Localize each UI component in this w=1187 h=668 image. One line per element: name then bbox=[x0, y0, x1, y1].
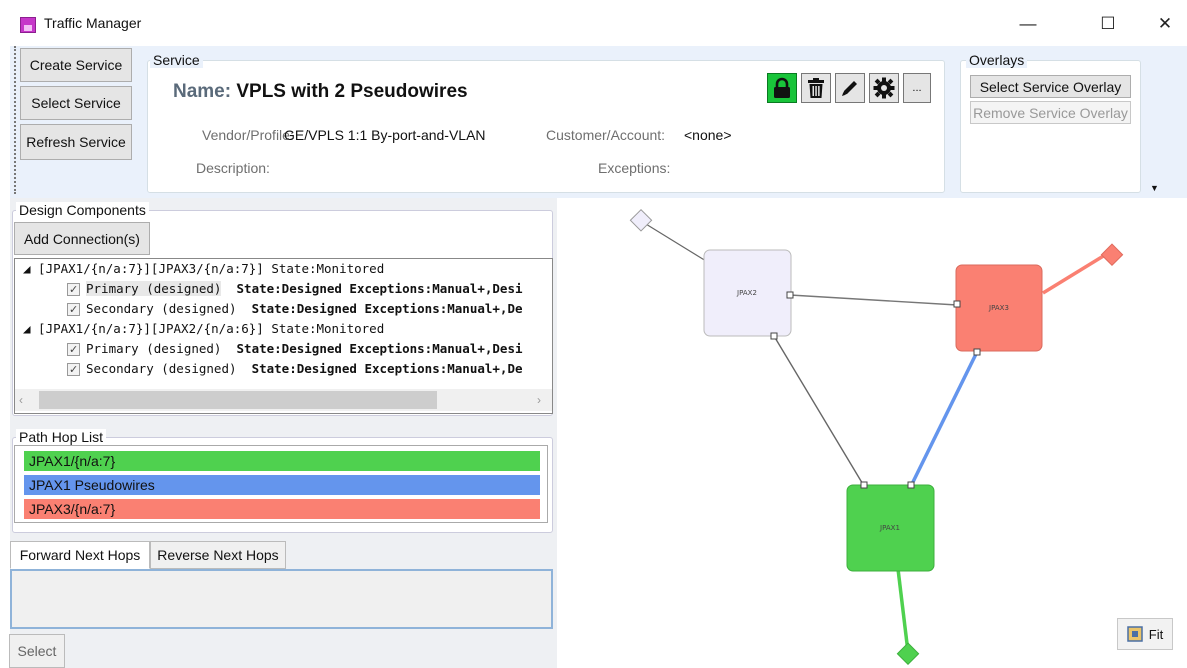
refresh-service-button[interactable]: Refresh Service bbox=[20, 124, 132, 160]
connection-state: State:Designed Exceptions:Manual+,De bbox=[251, 301, 523, 316]
path-hop-label: Path Hop List bbox=[16, 429, 107, 445]
service-group-label: Service bbox=[150, 52, 203, 68]
add-connections-button[interactable]: Add Connection(s) bbox=[14, 222, 150, 255]
node-jpax3-label: JPAX3 bbox=[988, 304, 1009, 312]
service-name: Name: VPLS with 2 Pseudowires bbox=[173, 81, 468, 103]
link-jpax2-jpax3[interactable] bbox=[789, 294, 958, 306]
checkbox[interactable] bbox=[67, 340, 80, 360]
tree-group-row[interactable]: ◢ [JPAX1/{n/a:7}][JPAX3/{n/a:7}] State:M… bbox=[23, 259, 384, 279]
remove-overlay-button[interactable]: Remove Service Overlay bbox=[970, 101, 1131, 124]
list-item[interactable]: JPAX3/{n/a:7} bbox=[24, 499, 540, 519]
description-label: Description: bbox=[196, 160, 270, 176]
scroll-right-icon[interactable]: › bbox=[537, 393, 541, 407]
connection-name: Secondary (designed) bbox=[86, 361, 237, 376]
delete-button[interactable] bbox=[801, 73, 831, 103]
path-hop-list: JPAX1/{n/a:7} JPAX1 Pseudowires JPAX3/{n… bbox=[14, 445, 548, 523]
toolbar-overflow-icon[interactable]: ▼ bbox=[1150, 183, 1159, 193]
toolbar-grip[interactable] bbox=[14, 46, 17, 194]
checkbox[interactable] bbox=[67, 300, 80, 320]
fit-button[interactable]: Fit bbox=[1117, 618, 1173, 650]
node-jpax1-label: JPAX1 bbox=[879, 524, 900, 532]
connection-state: State:Designed Exceptions:Manual+,De bbox=[251, 361, 523, 376]
tree-item-row[interactable]: Primary (designed) State:Designed Except… bbox=[67, 279, 523, 300]
minimize-button[interactable]: — bbox=[1008, 8, 1048, 40]
port-marker[interactable] bbox=[786, 291, 794, 299]
edit-button[interactable] bbox=[835, 73, 865, 103]
port-marker[interactable] bbox=[860, 481, 868, 489]
gear-icon bbox=[873, 77, 895, 99]
link-jpax2-jpax1[interactable] bbox=[773, 335, 865, 487]
select-overlay-button[interactable]: Select Service Overlay bbox=[970, 75, 1131, 98]
close-button[interactable]: ✕ bbox=[1145, 8, 1185, 40]
more-icon: ... bbox=[912, 82, 922, 94]
service-name-key: Name: bbox=[173, 81, 232, 102]
connection-name: Primary (designed) bbox=[86, 281, 222, 296]
settings-button[interactable] bbox=[869, 73, 899, 103]
link-jpax3-stub[interactable] bbox=[1042, 253, 1106, 295]
trash-icon bbox=[808, 78, 824, 98]
next-hops-list[interactable] bbox=[10, 569, 553, 629]
vendor-value: GE/VPLS 1:1 By-port-and-VLAN bbox=[284, 127, 486, 143]
scrollbar-thumb[interactable] bbox=[39, 391, 437, 409]
node-jpax2-label: JPAX2 bbox=[736, 289, 757, 297]
maximize-button[interactable]: ☐ bbox=[1088, 8, 1128, 40]
tree-horizontal-scrollbar[interactable]: ‹ › bbox=[15, 389, 552, 411]
more-button[interactable]: ... bbox=[903, 73, 931, 103]
checkbox[interactable] bbox=[67, 280, 80, 300]
port-stub-jpax1[interactable] bbox=[896, 642, 920, 666]
connection-name: Secondary (designed) bbox=[86, 301, 237, 316]
connection-name: Primary (designed) bbox=[86, 341, 222, 356]
connection-state: State:Designed Exceptions:Manual+,Desi bbox=[236, 281, 523, 296]
design-components-label: Design Components bbox=[16, 202, 149, 218]
fit-label: Fit bbox=[1148, 626, 1164, 642]
topology-graph[interactable]: JPAX2 JPAX3 JPAX1 bbox=[560, 198, 1187, 668]
tree-item-row[interactable]: Primary (designed) State:Designed Except… bbox=[67, 339, 523, 360]
topology-canvas[interactable]: JPAX2 JPAX3 JPAX1 Fit bbox=[560, 198, 1187, 668]
connection-state: State:Designed Exceptions:Manual+,Desi bbox=[236, 341, 523, 356]
checkbox[interactable] bbox=[67, 360, 80, 380]
tab-reverse-next-hops[interactable]: Reverse Next Hops bbox=[150, 541, 286, 569]
next-hops-tabs: Forward Next Hops Reverse Next Hops bbox=[10, 541, 557, 569]
port-marker[interactable] bbox=[907, 481, 915, 489]
port-stub-jpax2[interactable] bbox=[629, 208, 653, 232]
app-icon bbox=[20, 17, 36, 33]
fit-icon bbox=[1127, 626, 1143, 642]
customer-value: <none> bbox=[684, 127, 732, 143]
tree-item-row[interactable]: Secondary (designed) State:Designed Exce… bbox=[67, 359, 523, 380]
port-marker[interactable] bbox=[973, 348, 981, 356]
lock-icon bbox=[774, 77, 790, 98]
list-item[interactable]: JPAX1/{n/a:7} bbox=[24, 451, 540, 471]
list-item[interactable]: JPAX1 Pseudowires bbox=[24, 475, 540, 495]
port-marker[interactable] bbox=[953, 300, 961, 308]
link-jpax3-jpax1[interactable] bbox=[909, 351, 979, 487]
pencil-icon bbox=[842, 81, 857, 96]
tree-item-row[interactable]: Secondary (designed) State:Designed Exce… bbox=[67, 299, 523, 320]
create-service-button[interactable]: Create Service bbox=[20, 48, 132, 82]
exceptions-label: Exceptions: bbox=[598, 160, 671, 176]
window-title: Traffic Manager bbox=[44, 15, 142, 31]
select-button[interactable]: Select bbox=[9, 634, 65, 668]
link-jpax2-stub[interactable] bbox=[640, 220, 707, 262]
service-name-value: VPLS with 2 Pseudowires bbox=[236, 81, 468, 102]
port-stub-jpax3[interactable] bbox=[1100, 243, 1124, 267]
customer-label: Customer/Account: bbox=[546, 127, 666, 143]
select-service-button[interactable]: Select Service bbox=[20, 86, 132, 120]
scroll-left-icon[interactable]: ‹ bbox=[19, 393, 23, 407]
lock-button[interactable] bbox=[767, 73, 797, 103]
port-marker[interactable] bbox=[770, 332, 778, 340]
link-jpax1-stub[interactable] bbox=[896, 568, 910, 653]
tree-group-row[interactable]: ◢ [JPAX1/{n/a:7}][JPAX2/{n/a:6}] State:M… bbox=[23, 319, 384, 339]
overlays-group-label: Overlays bbox=[966, 52, 1028, 68]
tab-forward-next-hops[interactable]: Forward Next Hops bbox=[10, 541, 150, 569]
vendor-label: Vendor/Profile: bbox=[202, 127, 294, 143]
